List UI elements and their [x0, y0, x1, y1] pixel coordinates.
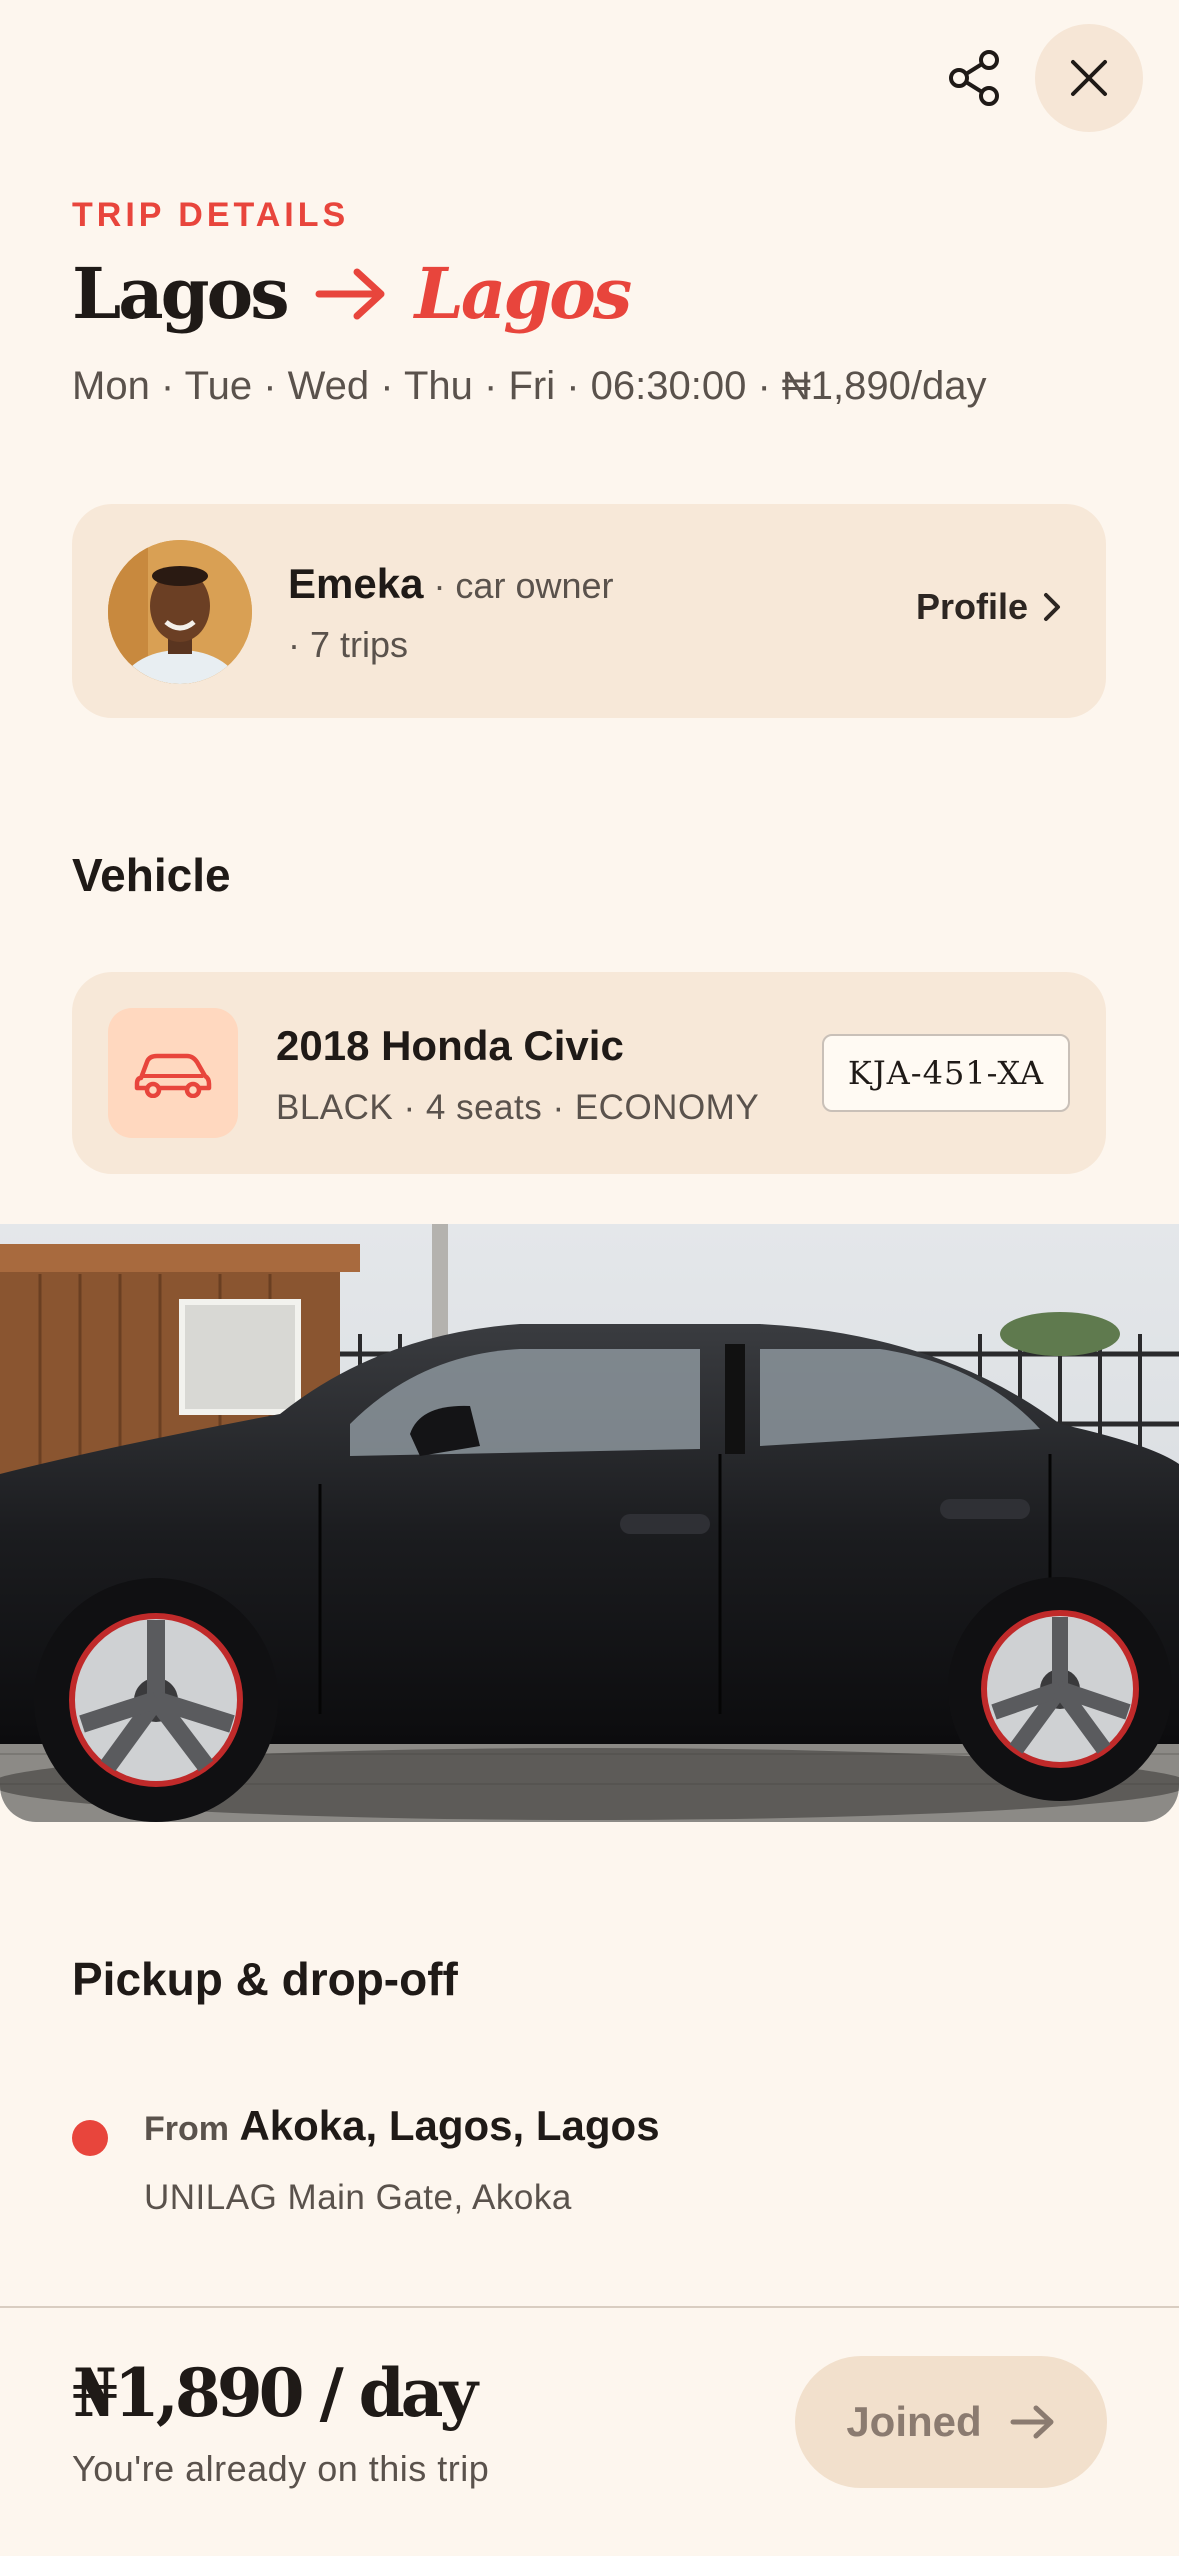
- price: ₦1,890 / day: [72, 2354, 478, 2432]
- share-icon: [949, 50, 999, 106]
- license-plate: KJA-451-XA: [822, 1034, 1070, 1112]
- trip-schedule: Mon · Tue · Wed · Thu · Fri · 06:30:00 ·…: [72, 364, 987, 408]
- arrow-right-icon: [315, 268, 385, 319]
- owner-role: · car owner: [423, 565, 614, 606]
- owner-name-line: Emeka · car owner: [288, 560, 614, 608]
- vehicle-card: 2018 Honda Civic BLACK · 4 seats · ECONO…: [72, 972, 1106, 1174]
- pickup-landmark: UNILAG Main Gate, Akoka: [144, 2178, 572, 2217]
- vehicle-section-title: Vehicle: [72, 849, 231, 901]
- close-button[interactable]: [1035, 24, 1143, 132]
- vehicle-name: 2018 Honda Civic: [276, 1022, 624, 1069]
- owner-trips: · 7 trips: [288, 624, 409, 665]
- pickup-dot-icon: [72, 2120, 108, 2156]
- profile-link[interactable]: Profile: [916, 586, 1062, 628]
- destination-city: Lagos: [414, 252, 633, 335]
- share-button[interactable]: [945, 48, 1005, 108]
- joined-button[interactable]: Joined: [795, 2356, 1107, 2488]
- pickup-from-label: From: [144, 2110, 229, 2148]
- bottom-bar: ₦1,890 / day You're already on this trip…: [0, 2306, 1179, 2556]
- top-actions: [945, 24, 1143, 132]
- car-icon-box: [108, 1008, 238, 1138]
- pickup-place: Akoka, Lagos, Lagos: [239, 2102, 660, 2149]
- close-icon: [1071, 60, 1107, 96]
- trip-details-eyebrow: TRIP DETAILS: [72, 196, 350, 234]
- joined-label: Joined: [846, 2398, 982, 2445]
- owner-avatar: [108, 540, 252, 684]
- origin-city: Lagos: [72, 252, 290, 335]
- price-note: You're already on this trip: [72, 2448, 490, 2489]
- owner-name: Emeka: [288, 560, 424, 607]
- vehicle-meta: BLACK · 4 seats · ECONOMY: [276, 1088, 760, 1127]
- chevron-right-icon: [1044, 593, 1060, 621]
- pickup-line: From Akoka, Lagos, Lagos: [144, 2102, 660, 2150]
- arrow-right-icon: [1010, 2405, 1054, 2439]
- profile-label: Profile: [915, 586, 1028, 627]
- car-icon: [134, 1053, 212, 1098]
- vehicle-photo: [0, 1224, 1179, 1822]
- route-heading: Lagos Lagos: [72, 252, 633, 335]
- pickup-section-title: Pickup & drop-off: [72, 1953, 458, 2005]
- owner-card[interactable]: Emeka · car owner · 7 trips Profile: [72, 504, 1106, 718]
